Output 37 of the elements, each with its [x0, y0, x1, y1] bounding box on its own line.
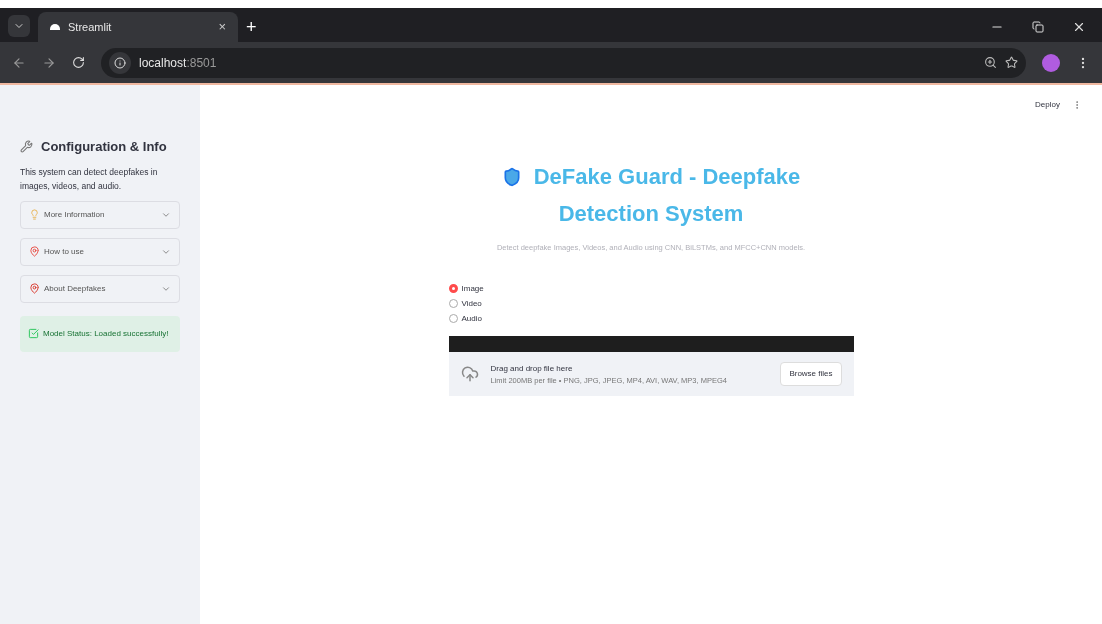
- back-icon[interactable]: [12, 55, 26, 70]
- zoom-icon[interactable]: [984, 56, 997, 69]
- bookmark-star-icon[interactable]: [1005, 56, 1018, 69]
- close-window-icon[interactable]: [1072, 20, 1086, 34]
- media-radio[interactable]: Image: [448, 281, 484, 297]
- profile-avatar[interactable]: [1042, 53, 1060, 72]
- wrench-icon: [20, 140, 33, 154]
- browse-files-button[interactable]: Browse files: [780, 362, 842, 387]
- forward-icon[interactable]: [42, 55, 56, 70]
- expander-header[interactable]: How to use: [20, 237, 180, 266]
- pin-icon: [29, 246, 40, 257]
- expander-header[interactable]: About Deepfakes: [20, 274, 180, 303]
- sidebar-description: This system can detect deepfakes in images, videos, and audio.: [20, 165, 159, 193]
- status-message: Model Status: Loaded successfully!: [20, 315, 180, 352]
- reload-icon[interactable]: [72, 56, 85, 69]
- address-bar[interactable]: localhost:8501: [101, 47, 1026, 78]
- media-radio[interactable]: Audio: [448, 311, 482, 327]
- restore-icon[interactable]: [1032, 21, 1044, 33]
- pin-icon: [29, 283, 40, 294]
- url-text: localhost:8501: [139, 54, 217, 72]
- check-icon: [28, 328, 39, 339]
- lightbulb-icon: [29, 209, 40, 220]
- browser-tab[interactable]: Streamlit ×: [38, 12, 238, 42]
- drop-text: Drag and drop file here: [490, 362, 574, 375]
- deploy-button[interactable]: Deploy: [1035, 99, 1060, 111]
- expander-header[interactable]: More Information: [20, 200, 180, 229]
- close-tab-button[interactable]: ×: [218, 17, 226, 37]
- tab-list-button[interactable]: [8, 15, 30, 37]
- upload-cloud-icon: [460, 365, 479, 384]
- tab-title: Streamlit: [68, 19, 113, 35]
- page-title: DeFake Guard - Deepfake: [533, 163, 801, 191]
- page-title: Detection System: [558, 200, 744, 228]
- new-tab-button[interactable]: +: [246, 18, 257, 36]
- media-radio[interactable]: Video: [448, 296, 482, 312]
- site-info-icon[interactable]: [109, 51, 131, 74]
- sidebar-title: Configuration & Info: [41, 138, 167, 156]
- favicon-icon: [50, 24, 60, 30]
